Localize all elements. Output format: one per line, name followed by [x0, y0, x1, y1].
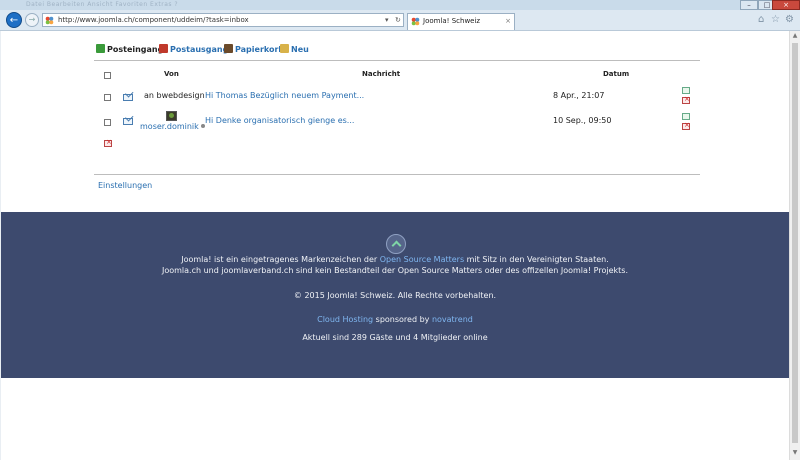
forward-message-icon[interactable]	[682, 113, 690, 120]
back-button[interactable]: ←	[6, 12, 22, 28]
vertical-scrollbar[interactable]: ▲ ▼	[789, 31, 800, 460]
address-bar[interactable]: http://www.joomla.ch/component/uddeim/?t…	[42, 13, 404, 27]
nav-trash-label: Papierkorb	[235, 45, 285, 54]
nav-inbox-label: Posteingang	[107, 45, 164, 54]
menu-bar-faint: Datei Bearbeiten Ansicht Favoriten Extra…	[26, 1, 179, 8]
scroll-to-top-icon[interactable]	[386, 234, 406, 254]
footer-online-count: Aktuell sind 289 Gäste und 4 Mitglieder …	[302, 333, 488, 342]
nav-new-label: Neu	[291, 45, 309, 54]
row-message-link[interactable]: Hi Denke organisatorisch gienge es...	[205, 116, 354, 126]
footer-text: sponsored by	[373, 315, 432, 324]
settings-link[interactable]: Einstellungen	[98, 181, 152, 191]
tab-joomla-schweiz[interactable]: Joomla! Schweiz ×	[407, 13, 515, 30]
nav-new-link[interactable]: Neu	[280, 44, 309, 56]
joomla-favicon-icon	[411, 17, 420, 26]
settings-gear-icon[interactable]: ⚙	[785, 14, 794, 26]
browser-toolbar: ← → http://www.joomla.ch/component/uddei…	[0, 10, 800, 31]
forward-message-icon[interactable]	[682, 87, 690, 94]
row-date: 10 Sep., 09:50	[553, 116, 612, 125]
trash-icon	[224, 44, 233, 53]
scroll-up-icon[interactable]: ▲	[791, 32, 799, 40]
page-viewport: Posteingang Postausgang Papierkorb Neu V…	[1, 31, 789, 460]
forward-button[interactable]: →	[25, 13, 39, 27]
scrollbar-thumb[interactable]	[792, 43, 798, 443]
cloud-hosting-link[interactable]: Cloud Hosting	[317, 315, 373, 324]
column-header-from: Von	[164, 70, 179, 78]
nav-outbox-link[interactable]: Postausgang	[159, 44, 228, 56]
footer-trademark-line: Joomla! ist ein eingetragenes Markenzeic…	[1, 255, 789, 265]
read-envelope-icon	[123, 94, 133, 101]
column-header-message: Nachricht	[362, 70, 401, 78]
row-from-link[interactable]: moser.dominik	[140, 122, 205, 132]
read-envelope-icon	[123, 118, 133, 125]
url-text: http://www.joomla.ch/component/uddeim/?t…	[58, 16, 249, 24]
footer-copyright: © 2015 Joomla! Schweiz. Alle Rechte vorb…	[293, 291, 497, 300]
new-message-icon	[280, 44, 289, 53]
delete-selected-icon[interactable]	[104, 138, 112, 147]
scroll-down-icon[interactable]: ▼	[791, 449, 799, 457]
nav-trash-link[interactable]: Papierkorb	[224, 44, 284, 56]
divider	[94, 174, 700, 175]
outbox-icon	[159, 44, 168, 53]
tab-close-icon[interactable]: ×	[505, 16, 511, 27]
window-titlebar: Datei Bearbeiten Ansicht Favoriten Extra…	[0, 0, 800, 10]
divider	[94, 60, 700, 61]
footer-sponsor-line: Cloud Hosting sponsored by novatrend	[1, 315, 789, 325]
home-icon[interactable]: ⌂	[758, 14, 764, 26]
row-from: an bwebdesign	[144, 91, 205, 100]
minimize-button[interactable]: –	[740, 0, 758, 10]
column-header-date: Datum	[603, 70, 630, 78]
open-source-matters-link[interactable]: Open Source Matters	[380, 255, 464, 264]
footer-disclaimer: Joomla.ch und joomlaverband.ch sind kein…	[161, 266, 628, 275]
delete-message-icon[interactable]	[682, 95, 690, 104]
address-search-icon[interactable]: ▾	[385, 15, 389, 26]
delete-message-icon[interactable]	[682, 121, 690, 130]
tab-title: Joomla! Schweiz	[423, 17, 481, 25]
footer-text: Joomla! ist ein eingetragenes Markenzeic…	[181, 255, 380, 264]
joomla-favicon-icon	[45, 16, 54, 25]
nav-inbox-link[interactable]: Posteingang	[96, 44, 163, 56]
avatar[interactable]	[166, 111, 177, 121]
inbox-icon	[96, 44, 105, 53]
refresh-icon[interactable]: ↻	[395, 15, 401, 26]
row-checkbox[interactable]	[104, 94, 111, 101]
novatrend-link[interactable]: novatrend	[432, 315, 473, 324]
row-date: 8 Apr., 21:07	[553, 91, 605, 100]
row-message-link[interactable]: Hi Thomas Bezüglich neuem Payment...	[205, 91, 364, 101]
favorites-icon[interactable]: ☆	[771, 14, 780, 26]
row-checkbox[interactable]	[104, 119, 111, 126]
site-footer: Joomla! ist ein eingetragenes Markenzeic…	[1, 212, 789, 378]
footer-text: mit Sitz in den Vereinigten Staaten.	[464, 255, 609, 264]
nav-outbox-label: Postausgang	[170, 45, 229, 54]
row-from-name: moser.dominik	[140, 122, 199, 131]
select-all-checkbox[interactable]	[104, 72, 111, 79]
close-window-button[interactable]: ×	[772, 0, 800, 10]
